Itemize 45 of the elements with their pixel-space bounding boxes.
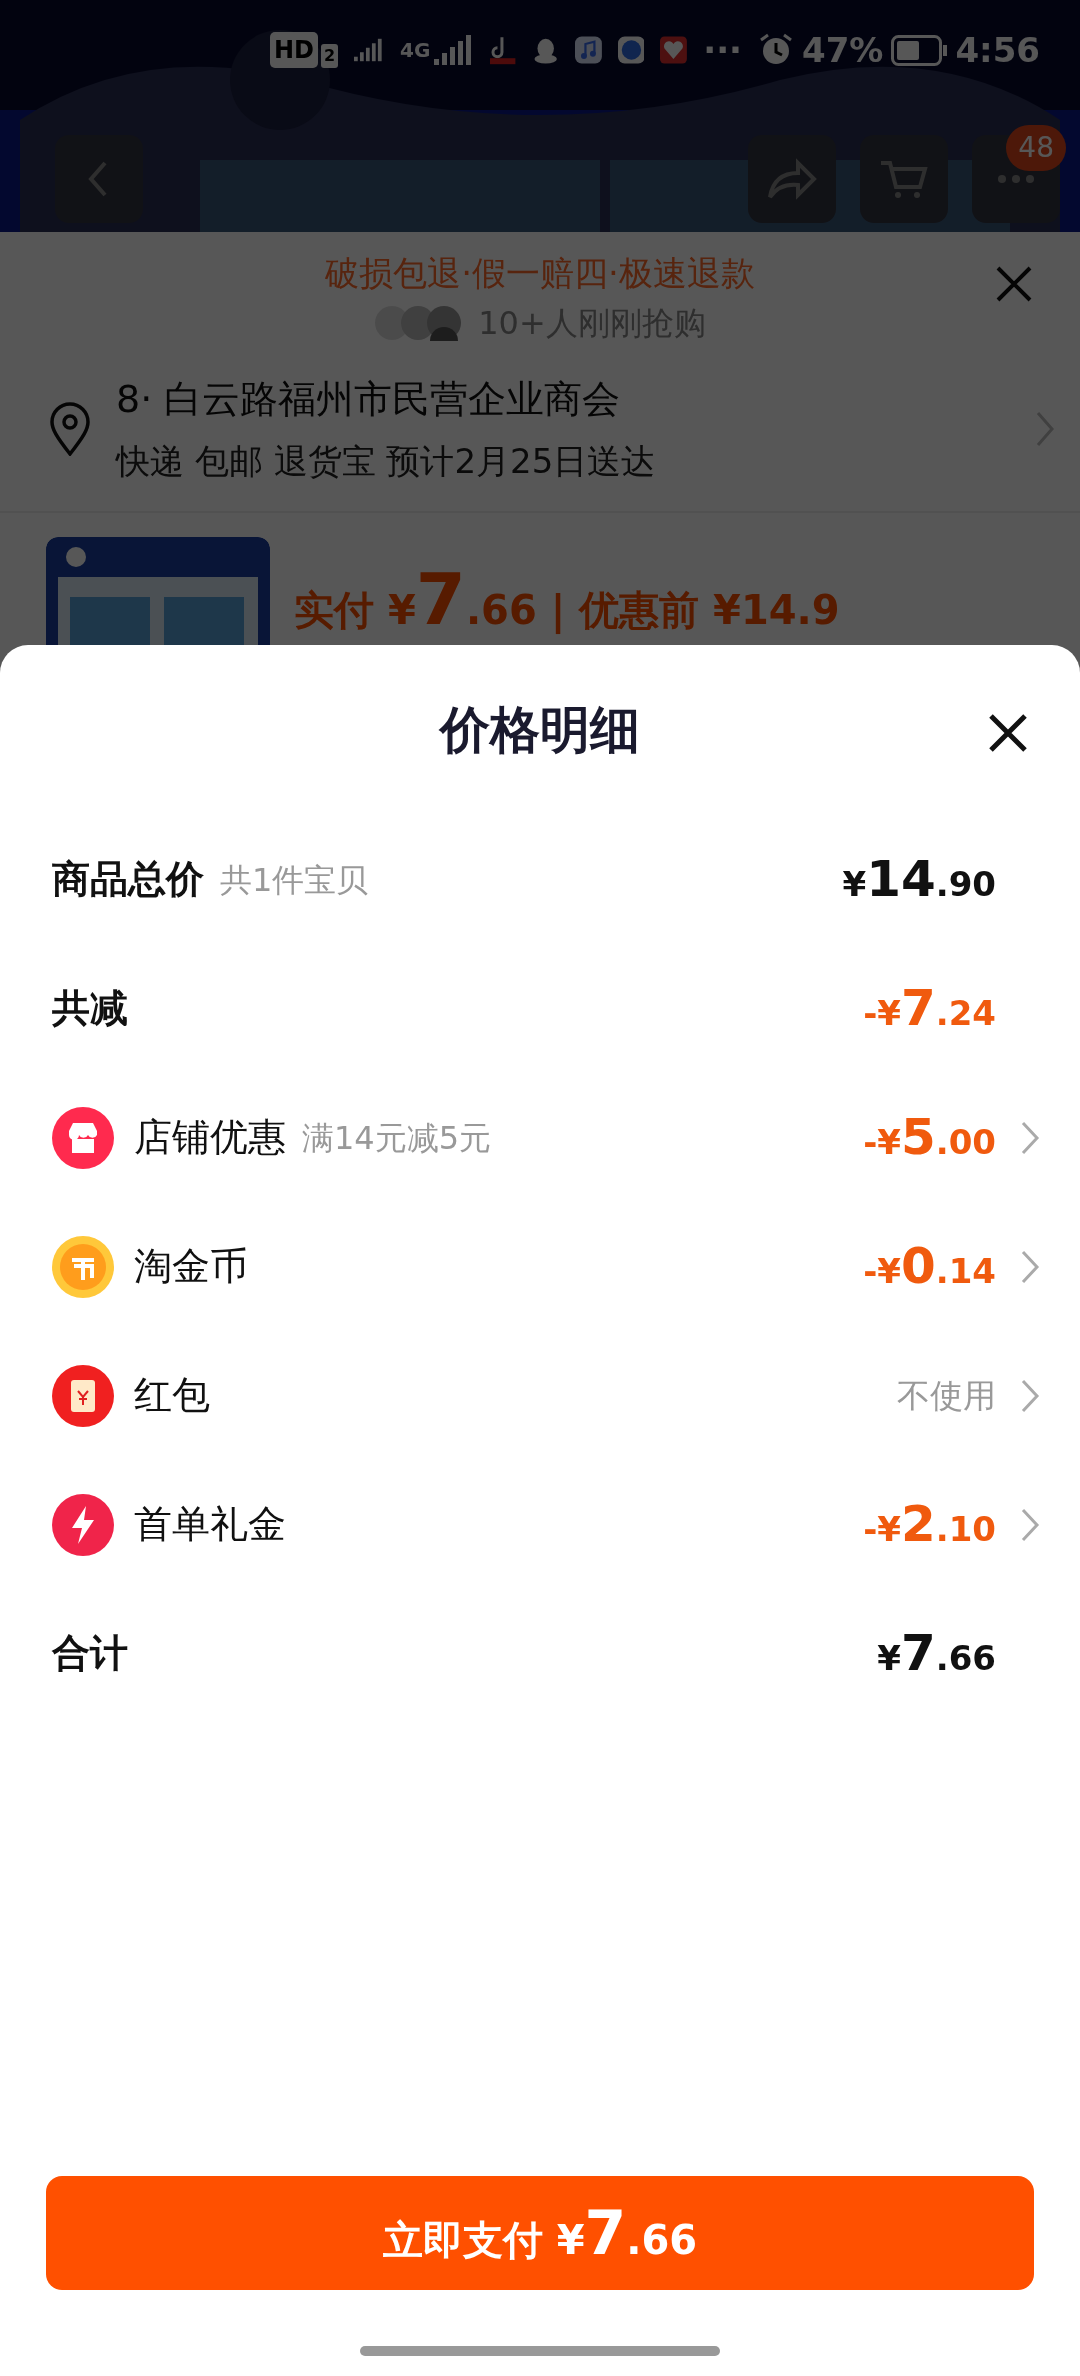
more-icon	[998, 175, 1034, 183]
network-label: 4G	[400, 37, 431, 64]
clock-time: 4:56	[955, 28, 1040, 72]
guarantee-text: 破损包退·假一赔四·极速退款	[325, 253, 755, 293]
delivery-text: 快递 包邮 退货宝 预计2月25日送达	[116, 440, 657, 483]
close-icon[interactable]	[988, 713, 1028, 753]
amount-text: -¥5.00	[863, 1107, 996, 1168]
coin-icon	[52, 1235, 114, 1298]
row-label: 共减	[52, 985, 128, 1032]
sheet-title: 价格明细	[440, 699, 640, 761]
shop-icon	[52, 1106, 114, 1169]
price-text: 实付 ¥7.66 | 优惠前 ¥14.9	[294, 556, 840, 643]
battery-icon	[891, 34, 948, 66]
chevron-icon[interactable]	[1020, 1119, 1040, 1156]
share-button[interactable]	[748, 135, 836, 223]
lightning-icon	[52, 1493, 114, 1556]
share-icon	[766, 157, 818, 201]
amount-text: ¥7.66	[877, 1623, 996, 1684]
pay-button[interactable]: 立即支付 ¥7.66	[46, 2176, 1034, 2290]
back-button[interactable]	[55, 135, 143, 223]
hd-badge: HD	[270, 32, 318, 68]
row-value: 不使用	[897, 1374, 996, 1417]
envelope-icon	[52, 1364, 114, 1427]
amount-text: -¥2.10	[863, 1494, 996, 1555]
amount-text: -¥0.14	[863, 1236, 996, 1297]
row-label: 首单礼金	[134, 1501, 286, 1548]
row-label: 店铺优惠	[134, 1114, 286, 1161]
location-pin-icon	[48, 402, 92, 456]
row-label: 红包	[134, 1372, 210, 1419]
cart-button[interactable]	[860, 135, 948, 223]
more-label: ···	[703, 28, 742, 72]
amount-text: ¥14.90	[842, 849, 996, 910]
row-label: 淘金币	[134, 1243, 248, 1290]
chevron-icon[interactable]	[1020, 1377, 1040, 1414]
row-note: 共1件宝贝	[220, 859, 369, 901]
avatar-stack-icon	[374, 305, 463, 341]
row-note: 满14元减5元	[302, 1117, 492, 1159]
amount-text: -¥7.24	[863, 978, 996, 1039]
address-text: 8· 白云路福州市民营企业商会	[116, 376, 622, 423]
row-label: 商品总价	[52, 856, 204, 903]
battery-percent: 47%	[802, 28, 884, 72]
chevron-icon[interactable]	[1020, 1506, 1040, 1543]
sim-label: 2	[321, 44, 339, 68]
row-label: 合计	[52, 1630, 128, 1677]
chevron-icon[interactable]	[1020, 1248, 1040, 1285]
